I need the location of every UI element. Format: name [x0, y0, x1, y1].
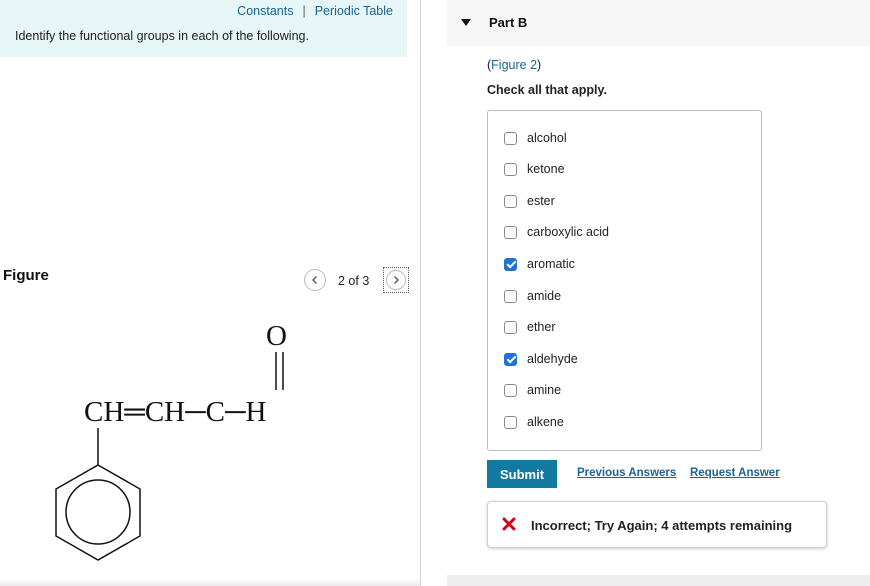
option-aldehyde[interactable]: aldehyde: [504, 349, 578, 369]
figure-reference: (Figure 2): [487, 58, 541, 72]
option-label: aldehyde: [527, 352, 578, 366]
option-ether[interactable]: ether: [504, 317, 556, 337]
x-icon: [502, 517, 516, 531]
benzene-aromatic-circle: [65, 479, 131, 545]
option-label: alcohol: [527, 131, 567, 145]
option-label: carboxylic acid: [527, 225, 609, 239]
option-label: amine: [527, 383, 562, 397]
feedback-message: Incorrect; Try Again; 4 attempts remaini…: [531, 518, 793, 533]
chevron-left-icon: [312, 276, 317, 284]
link-separator: |: [302, 4, 306, 18]
feedback-box: Incorrect; Try Again; 4 attempts remaini…: [487, 501, 827, 548]
left-bottom-shade: [0, 578, 420, 586]
option-amide[interactable]: amide: [504, 286, 561, 306]
option-label: alkene: [527, 415, 564, 429]
chevron-right-icon: [394, 276, 399, 284]
figure-pager: 2 of 3: [338, 274, 370, 288]
figure-2-link[interactable]: Figure 2: [491, 58, 537, 72]
oxygen-atom: O: [266, 320, 287, 352]
constants-link[interactable]: Constants: [237, 4, 293, 18]
checkbox[interactable]: [504, 162, 517, 176]
panel-divider: [420, 0, 421, 586]
collapse-arrow-icon[interactable]: [461, 19, 471, 26]
option-label: amide: [527, 289, 562, 303]
option-label: ketone: [527, 162, 565, 176]
checkbox-checked[interactable]: [504, 352, 517, 366]
instructions-text: Identify the functional groups in each o…: [15, 29, 309, 43]
option-alkene[interactable]: alkene: [504, 412, 564, 432]
chain-formula: CH═CH─C─H: [84, 396, 267, 428]
option-ester[interactable]: ester: [504, 191, 555, 211]
options-list: alcohol ketone ester carboxylic acid aro…: [487, 110, 762, 451]
option-label: aromatic: [527, 257, 575, 271]
option-label: ester: [527, 194, 555, 208]
resource-links: Constants | Periodic Table: [237, 4, 393, 18]
option-alcohol[interactable]: alcohol: [504, 128, 567, 148]
figure-label: Figure: [3, 267, 49, 284]
part-header[interactable]: Part B: [447, 0, 870, 46]
right-bottom-shade: [447, 575, 870, 586]
next-figure-button[interactable]: [383, 267, 409, 293]
checkbox[interactable]: [504, 320, 517, 334]
checkbox[interactable]: [504, 131, 517, 145]
option-label: ether: [527, 320, 556, 334]
molecule-structure: O CH═CH─C─H: [55, 320, 287, 561]
checkbox[interactable]: [504, 225, 517, 239]
checkbox[interactable]: [504, 415, 517, 429]
checkbox[interactable]: [504, 383, 517, 397]
submit-button[interactable]: Submit: [487, 460, 557, 488]
checkbox-checked[interactable]: [504, 257, 517, 271]
option-carboxylic-acid[interactable]: carboxylic acid: [504, 222, 609, 242]
checkbox[interactable]: [504, 289, 517, 303]
previous-figure-button[interactable]: [304, 269, 326, 291]
previous-answers-link[interactable]: Previous Answers: [577, 467, 676, 479]
checkbox[interactable]: [504, 194, 517, 208]
figure-ref-close: ): [537, 58, 542, 72]
part-title: Part B: [489, 15, 528, 30]
check-all-instruction: Check all that apply.: [487, 83, 607, 97]
option-aromatic[interactable]: aromatic: [504, 254, 575, 274]
request-answer-link[interactable]: Request Answer: [690, 467, 780, 479]
intro-box: Constants | Periodic Table Identify the fu…: [0, 0, 407, 57]
periodic-table-link[interactable]: Periodic Table: [315, 4, 393, 18]
left-panel: Constants | Periodic Table Identify the fu…: [0, 0, 420, 586]
option-ketone[interactable]: ketone: [504, 159, 565, 179]
option-amine[interactable]: amine: [504, 380, 561, 400]
next-figure-circle: [386, 270, 406, 290]
